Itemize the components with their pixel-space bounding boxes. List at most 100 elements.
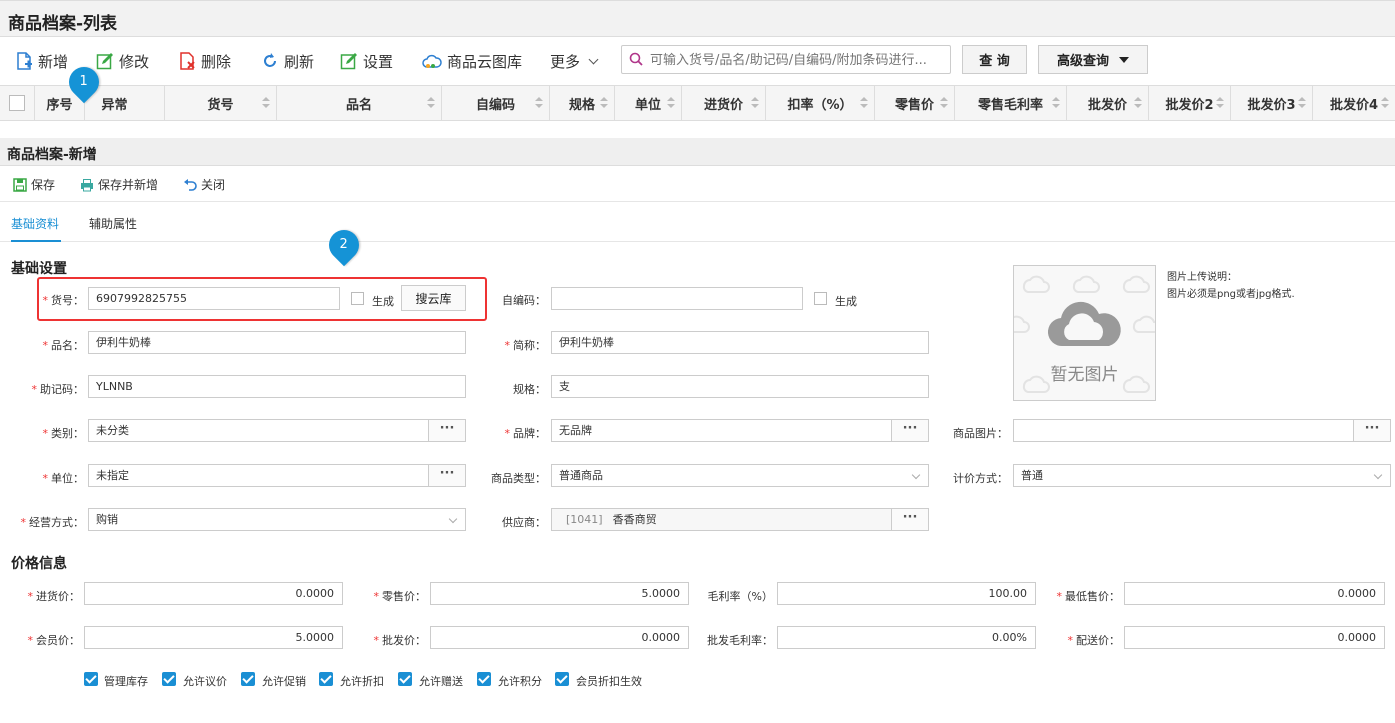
save-and-new-button[interactable]: 保存并新增 [80, 176, 158, 193]
delivery-price-input[interactable]: 0.0000 [1124, 626, 1385, 649]
edit-button[interactable]: 修改 [96, 50, 149, 72]
chevron-down-icon [1373, 470, 1383, 480]
save-button[interactable]: 保存 [13, 176, 55, 193]
column-header[interactable]: 批发价 [1067, 86, 1149, 120]
sort-icon[interactable] [940, 97, 948, 109]
column-header[interactable]: 批发价3 [1231, 86, 1313, 120]
member-discount-checkbox[interactable] [555, 672, 569, 686]
supplier-picker-button[interactable]: ··· [891, 509, 928, 530]
image-input[interactable]: ··· [1013, 419, 1391, 442]
form-title: 商品档案-新增 [7, 147, 97, 163]
category-input[interactable]: 未分类 ··· [88, 419, 466, 442]
unit-label: * 单位： [42, 472, 85, 485]
min-sale-price-input[interactable]: 0.0000 [1124, 582, 1385, 605]
column-header[interactable]: 异常 [85, 86, 165, 120]
allow-promotion-checkbox[interactable] [241, 672, 255, 686]
pricing-method-select[interactable]: 普通 [1013, 464, 1391, 487]
edit-icon [96, 52, 114, 70]
short-name-input[interactable]: 伊利牛奶棒 [551, 331, 929, 354]
spec-input[interactable]: 支 [551, 375, 929, 398]
option-label: 允许赠送 [419, 675, 463, 688]
brand-input[interactable]: 无品牌 ··· [551, 419, 929, 442]
mnemonic-input[interactable]: YLNNB [88, 375, 466, 398]
cloud-gallery-button[interactable]: 商品云图库 [422, 50, 522, 72]
sort-icon[interactable] [667, 97, 675, 109]
column-header[interactable]: 零售毛利率 [955, 86, 1067, 120]
business-mode-select[interactable]: 购销 [88, 508, 466, 531]
option-label: 允许折扣 [340, 675, 384, 688]
column-header[interactable]: 自编码 [442, 86, 550, 120]
search-input[interactable] [650, 50, 945, 70]
image-label: 商品图片： [953, 427, 1008, 440]
brand-picker-button[interactable]: ··· [891, 420, 928, 441]
sort-icon[interactable] [751, 97, 759, 109]
refresh-button[interactable]: 刷新 [261, 50, 314, 72]
business-mode-label: * 经营方式： [20, 516, 85, 529]
allow-bargain-checkbox[interactable] [162, 672, 176, 686]
form-toolbar: 保存 保存并新增 关闭 [0, 166, 1395, 202]
supplier-input[interactable]: [1041] 香香商贸 ··· [551, 508, 929, 531]
column-header[interactable]: 批发价2 [1149, 86, 1231, 120]
caret-down-icon [1119, 56, 1129, 63]
chevron-down-icon [448, 514, 458, 524]
sort-icon[interactable] [1134, 97, 1142, 109]
category-label: * 类别： [42, 427, 85, 440]
sort-icon[interactable] [1381, 97, 1389, 109]
wholesale-price-input[interactable]: 0.0000 [430, 626, 689, 649]
category-picker-button[interactable]: ··· [428, 420, 465, 441]
list-grid-header: 序号 异常 货号 品名 自编码 规格 单位 进货价 扣率（%） 零售价 零售毛利… [0, 85, 1395, 121]
column-header[interactable]: 批发价4 [1313, 86, 1395, 120]
manage-stock-checkbox[interactable] [84, 672, 98, 686]
column-header[interactable]: 规格 [550, 86, 615, 120]
form-tabs: 基础资料 辅助属性 [0, 203, 1395, 242]
delete-button[interactable]: 删除 [178, 50, 231, 72]
page-title: 商品档案-列表 [8, 14, 118, 34]
add-button[interactable]: 新增 [15, 50, 68, 72]
sort-icon[interactable] [1298, 97, 1306, 109]
column-header[interactable]: 零售价 [875, 86, 955, 120]
retail-price-input[interactable]: 5.0000 [430, 582, 689, 605]
sort-icon[interactable] [860, 97, 868, 109]
sort-icon[interactable] [1216, 97, 1224, 109]
margin-input[interactable]: 100.00 [777, 582, 1036, 605]
settings-button[interactable]: 设置 [340, 50, 393, 72]
member-price-input[interactable]: 5.0000 [84, 626, 343, 649]
unit-picker-button[interactable]: ··· [428, 465, 465, 486]
tab-basic[interactable]: 基础资料 [11, 215, 59, 232]
basic-section-title: 基础设置 [11, 261, 67, 277]
tab-auxiliary[interactable]: 辅助属性 [89, 215, 137, 232]
option-label: 允许积分 [498, 675, 542, 688]
column-header[interactable]: 进货价 [682, 86, 766, 120]
sort-icon[interactable] [535, 97, 543, 109]
column-header[interactable]: 扣率（%） [766, 86, 875, 120]
more-button[interactable]: 更多 [550, 50, 599, 72]
cloud-icon [1047, 301, 1121, 347]
column-header[interactable]: 品名 [277, 86, 442, 120]
query-button[interactable]: 查 询 [962, 45, 1027, 74]
unit-input[interactable]: 未指定 ··· [88, 464, 466, 487]
active-tab-indicator [11, 240, 61, 242]
mnemonic-label: * 助记码： [31, 383, 85, 396]
allow-gift-checkbox[interactable] [398, 672, 412, 686]
product-type-select[interactable]: 普通商品 [551, 464, 929, 487]
close-button[interactable]: 关闭 [183, 176, 225, 193]
sort-icon[interactable] [1052, 97, 1060, 109]
purchase-price-input[interactable]: 0.0000 [84, 582, 343, 605]
sort-icon[interactable] [427, 97, 435, 109]
select-all-checkbox[interactable] [9, 95, 25, 111]
image-picker-button[interactable]: ··· [1353, 420, 1390, 441]
generate-selfcode-checkbox[interactable] [814, 292, 827, 305]
sort-icon[interactable] [262, 97, 270, 109]
name-input[interactable]: 伊利牛奶棒 [88, 331, 466, 354]
allow-discount-checkbox[interactable] [319, 672, 333, 686]
product-type-label: 商品类型： [491, 472, 546, 485]
column-header[interactable]: 货号 [165, 86, 277, 120]
product-image-placeholder[interactable]: 暂无图片 [1013, 265, 1156, 401]
sort-icon[interactable] [600, 97, 608, 109]
advanced-query-button[interactable]: 高级查询 [1038, 45, 1148, 74]
generate-selfcode-label: 生成 [835, 295, 857, 308]
column-header[interactable]: 单位 [615, 86, 682, 120]
allow-points-checkbox[interactable] [477, 672, 491, 686]
wholesale-margin-input[interactable]: 0.00% [777, 626, 1036, 649]
selfcode-input[interactable] [551, 287, 803, 310]
